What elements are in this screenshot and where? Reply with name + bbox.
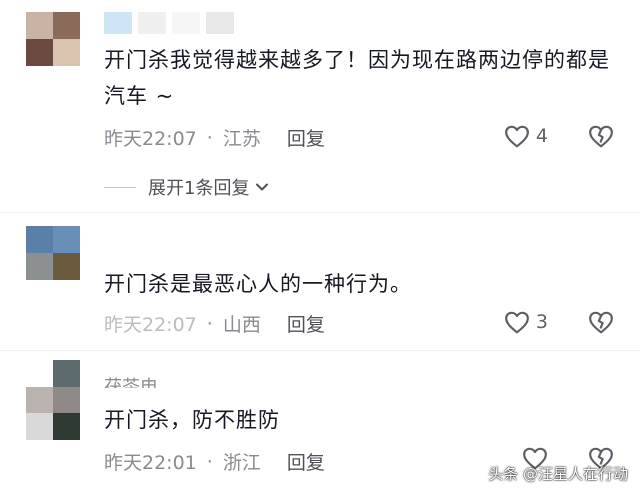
comment-location: 江苏: [222, 128, 261, 150]
username-blurred[interactable]: [104, 12, 234, 34]
heart-outline-icon: [504, 124, 530, 148]
like-count: 3: [535, 311, 548, 333]
comment-time: 昨天22:01: [104, 452, 197, 474]
broken-heart-icon[interactable]: [588, 124, 614, 148]
comment-location: 山西: [222, 314, 261, 336]
comment-text: 开门杀，防不胜防: [104, 408, 280, 432]
comment-actions: 4: [504, 124, 614, 148]
comment-meta: 昨天22:01 · 浙江 回复: [104, 448, 325, 475]
avatar[interactable]: [26, 12, 80, 66]
comment-location: 浙江: [222, 452, 261, 474]
like-button[interactable]: 3: [504, 310, 548, 334]
comment-meta: 昨天22:07 · 江苏 回复: [104, 124, 325, 151]
chevron-down-icon: [253, 178, 271, 196]
expand-replies-button[interactable]: 展开1条回复: [104, 174, 271, 200]
comment-time: 昨天22:07: [104, 128, 197, 150]
like-count: 4: [535, 125, 548, 147]
expand-divider: [104, 186, 136, 188]
reply-button[interactable]: 回复: [287, 124, 325, 151]
divider: [0, 350, 640, 351]
meta-separator: ·: [206, 126, 213, 149]
expand-replies-label: 展开1条回复: [148, 178, 250, 199]
comment-time: 昨天22:07: [104, 314, 197, 336]
meta-separator: ·: [206, 312, 213, 335]
avatar[interactable]: [26, 360, 80, 440]
broken-heart-icon[interactable]: [588, 310, 614, 334]
reply-button[interactable]: 回复: [287, 448, 325, 475]
comment-meta: 昨天22:07 · 山西 回复: [104, 310, 325, 337]
avatar[interactable]: [26, 226, 80, 280]
comment-actions: 3: [504, 310, 614, 334]
comment-text: 开门杀我觉得越来越多了！因为现在路两边停的都是汽车 ~: [104, 48, 610, 108]
divider: [0, 212, 640, 213]
meta-separator: ·: [206, 450, 213, 473]
reply-button[interactable]: 回复: [287, 310, 325, 337]
watermark: 头条 @汪星人在行动: [488, 465, 628, 483]
like-button[interactable]: 4: [504, 124, 548, 148]
username-partial[interactable]: 茯苓电: [104, 376, 158, 388]
comment-text: 开门杀是最恶心人的一种行为。: [104, 272, 412, 296]
heart-outline-icon: [504, 310, 530, 334]
